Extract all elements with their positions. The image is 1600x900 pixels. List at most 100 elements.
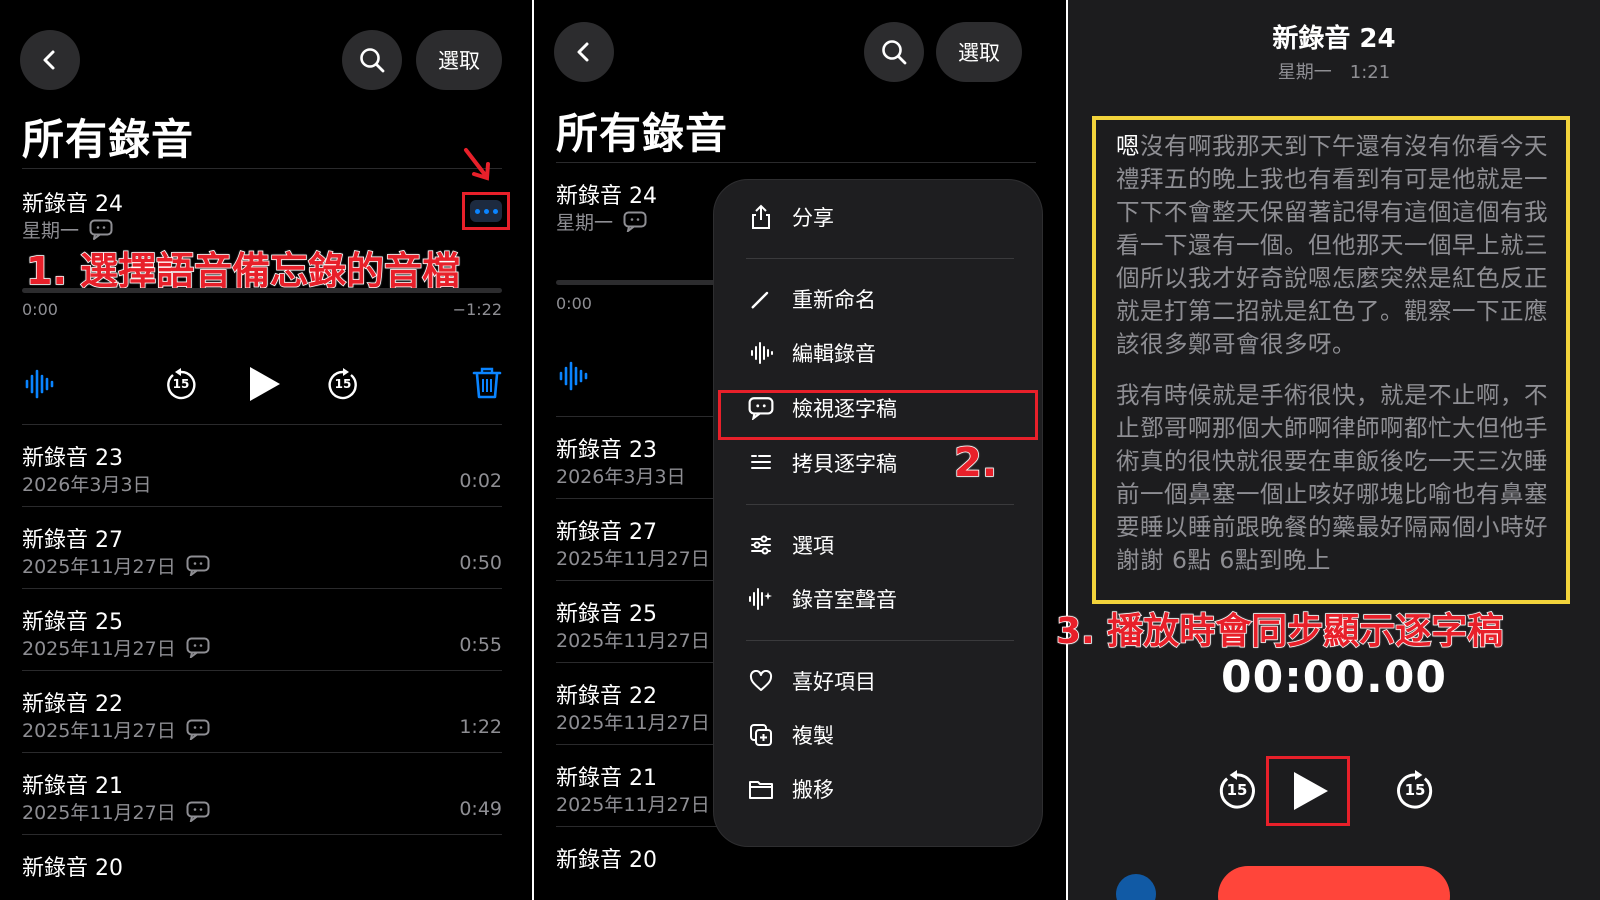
sliders-icon [748,532,774,558]
annotation-arrow-icon [464,148,490,181]
waveform-icon [748,340,774,366]
trash-icon[interactable] [472,366,502,400]
menu-item-duplicate[interactable]: 複製 [748,720,834,750]
divider [22,424,502,425]
menu-item-edit-recording[interactable]: 編輯錄音 [748,338,876,368]
skip-forward-label: 15 [334,377,352,391]
recording-duration: 0:50 [459,552,502,574]
divider [556,662,736,663]
skip-forward-15-button[interactable]: 15 [1394,770,1436,812]
playback-scrubber[interactable] [22,288,502,293]
record-button[interactable] [1218,866,1450,900]
search-icon [882,40,907,65]
chevron-left-icon [43,50,55,70]
divider [22,506,502,507]
skip-back-15-button[interactable]: 15 [164,368,198,402]
menu-item-label: 編輯錄音 [792,342,876,366]
transcript-icon [623,211,647,232]
recording-title[interactable]: 新錄音 20 [556,842,657,874]
recording-title: 新錄音 25 [22,610,123,635]
skip-forward-15-button[interactable]: 15 [326,368,360,402]
recording-date-text: 2025年11月27日 [22,556,176,578]
recording-title[interactable]: 新錄音 22 [556,678,657,710]
play-button[interactable] [1290,770,1330,812]
skip-back-label: 15 [172,377,190,391]
divider [556,826,736,827]
recording-duration: 1:22 [459,716,502,738]
chevron-left-icon [577,42,589,62]
recording-date: 2025年11月27日 [22,798,210,825]
transcript-icon [748,395,774,421]
divider [22,752,502,753]
transcript-icon [89,219,113,240]
menu-separator [746,640,1014,641]
recording-subtitle: 星期一 1:21 [1277,62,1391,83]
menu-item-view-transcript[interactable]: 檢視逐字稿 [748,393,897,423]
recording-title[interactable]: 新錄音 23 [556,432,657,464]
current-word: 嗯 [1116,132,1140,160]
search-button[interactable] [342,30,402,90]
folder-icon [748,776,774,802]
time-remaining: −1:22 [452,300,502,319]
menu-item-favorite[interactable]: 喜好項目 [748,666,876,696]
text-lines-icon [748,450,774,476]
search-button[interactable] [864,22,924,82]
transcript-box: 嗯沒有啊我那天到下午還有沒有你看今天禮拜五的晚上我也有看到有可是他就是一下下不會… [1092,116,1570,604]
menu-item-options[interactable]: 選項 [748,530,834,560]
search-icon [360,48,385,73]
menu-item-move[interactable]: 搬移 [748,774,834,804]
back-button[interactable] [20,30,80,90]
transcript-icon [186,719,210,740]
recording-date: 2025年11月27日 [556,712,710,734]
recording-date-text: 2025年11月27日 [22,802,176,824]
menu-item-share[interactable]: 分享 [748,202,834,232]
left-circle-control[interactable] [1116,874,1156,900]
time-elapsed: 0:00 [556,294,592,313]
select-button[interactable]: 選取 [416,30,502,90]
recording-title[interactable]: 新錄音 25 [556,596,657,628]
page-title: 所有錄音 [556,109,729,158]
recording-title[interactable]: 新錄音 21 [556,760,657,792]
transcript-icon [186,801,210,822]
divider [22,588,502,589]
recording-date: 2025年11月27日 [22,552,210,579]
recording-date-text: 2025年11月27日 [22,720,176,742]
back-button[interactable] [554,22,614,82]
recording-date-text: 2025年11月27日 [22,638,176,660]
recording-date: 星期一 [556,212,614,234]
more-options-button[interactable] [470,200,502,222]
recording-date-text: 2026年3月3日 [22,474,152,496]
divider [556,416,736,417]
transcript-text: 沒有啊我那天到下午還有沒有你看今天禮拜五的晚上我也有看到有可是他就是一下下不會整… [1116,132,1548,358]
divider [556,744,736,745]
menu-item-studio-voice[interactable]: 錄音室聲音 [748,584,897,614]
recording-date: 2025年11月27日 [22,634,210,661]
skip-back-15-button[interactable]: 15 [1216,770,1258,812]
recording-date: 2025年11月27日 [556,794,710,816]
menu-item-rename[interactable]: 重新命名 [748,284,876,314]
heart-icon [748,668,774,694]
recording-title[interactable]: 新錄音 24 [556,178,657,210]
recording-title[interactable]: 新錄音 27 [556,514,657,546]
play-button[interactable] [246,364,282,404]
recording-date: 2025年11月27日 [556,548,710,570]
menu-item-label: 檢視逐字稿 [792,397,897,421]
waveform-icon[interactable] [24,368,54,400]
skip-back-label: 15 [1226,781,1248,799]
divider [556,580,736,581]
step1-annotation: 1. 選擇語音備忘錄的音檔 [25,248,461,294]
waveform-icon[interactable] [558,360,588,392]
step3-annotation: 3. 播放時會同步顯示逐字稿 [1055,610,1504,653]
playback-scrubber[interactable] [556,280,726,285]
recording-date: 2025年11月27日 [556,630,710,652]
select-button[interactable]: 選取 [936,22,1022,82]
recording-title: 新錄音 23 [22,446,123,471]
recording-title: 新錄音 21 [22,774,123,799]
skip-forward-label: 15 [1404,781,1426,799]
menu-item-label: 錄音室聲音 [792,588,897,612]
recording-title[interactable]: 新錄音 24 [22,186,123,218]
step2-annotation: 2. [953,439,998,487]
recording-subtitle: 星期一 [556,208,647,235]
menu-separator [746,504,1014,505]
menu-item-copy-transcript[interactable]: 拷貝逐字稿 [748,448,897,478]
